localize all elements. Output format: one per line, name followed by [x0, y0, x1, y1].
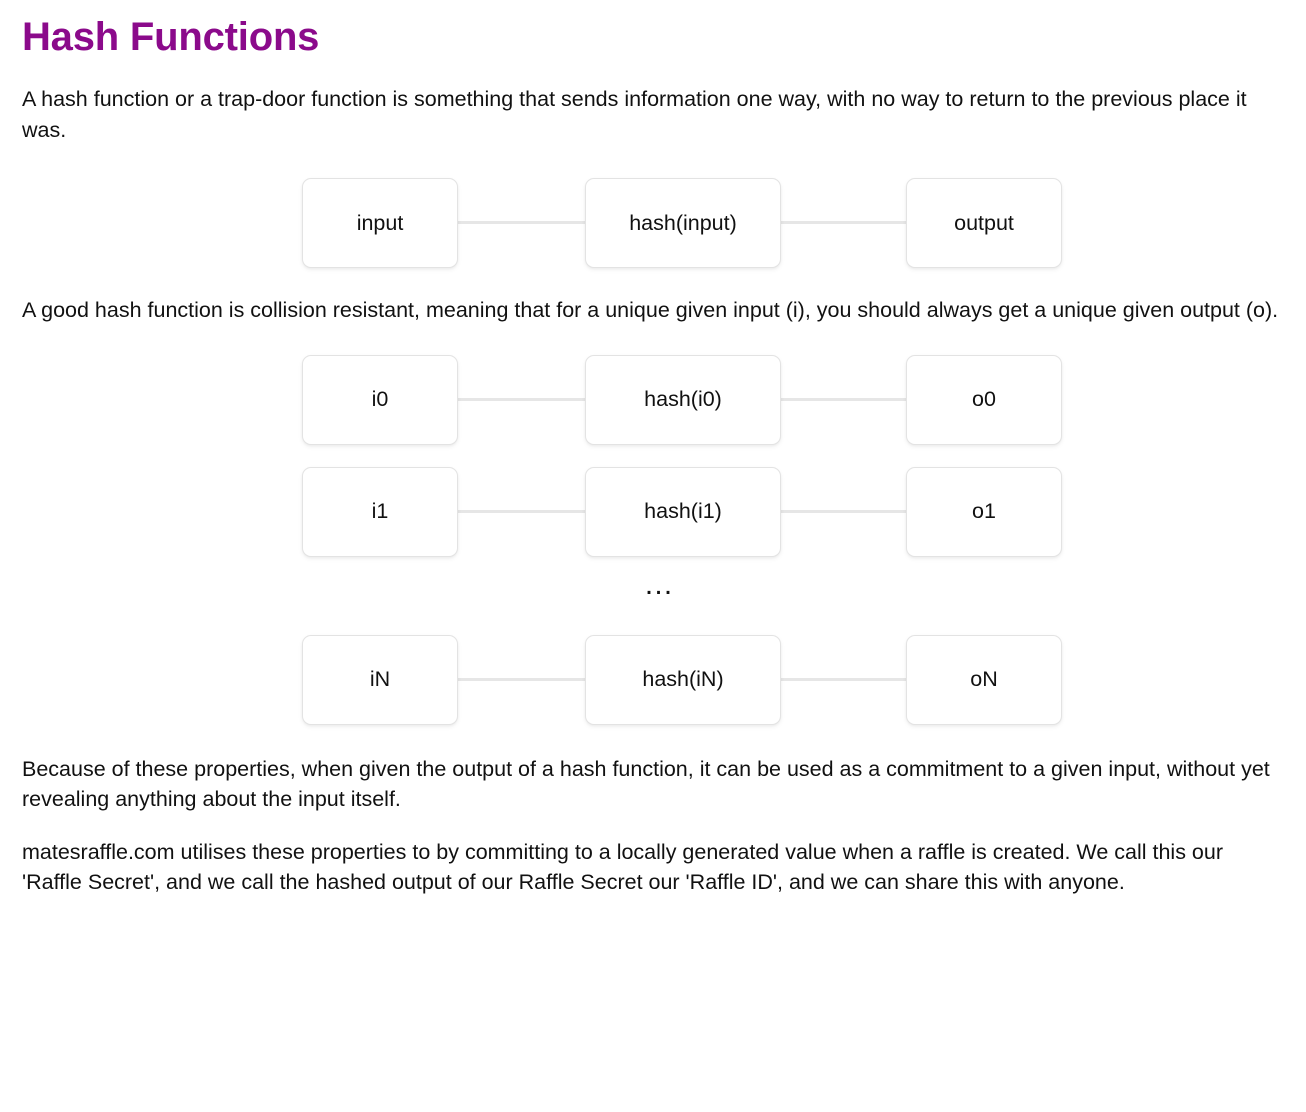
connector-hash-output [781, 677, 906, 681]
connector-input-hash [458, 397, 585, 401]
node-input: iN [302, 634, 458, 725]
node-input: i1 [302, 466, 458, 557]
page-title: Hash Functions [22, 15, 320, 59]
connector-input-hash [458, 221, 585, 225]
node-hash: hash(iN) [585, 634, 781, 725]
node-hash: hash(input) [585, 178, 781, 269]
connector-input-hash [458, 509, 585, 513]
connector-input-hash [458, 677, 585, 681]
diagram-row: iN hash(iN) oN [22, 624, 1284, 736]
page-container: Hash Functions A hash function or a trap… [0, 0, 1306, 898]
node-output: o1 [906, 466, 1062, 557]
diagram-row: i0 hash(i0) o0 [22, 344, 1284, 456]
connector-hash-output [781, 397, 906, 401]
connector-hash-output [781, 221, 906, 225]
connector-hash-output [781, 509, 906, 513]
diagram-row: input hash(input) output [22, 167, 1284, 279]
hash-flow-diagram-simple: input hash(input) output [22, 167, 1284, 279]
node-input: input [302, 178, 458, 269]
paragraph-commitment: Because of these properties, when given … [22, 756, 1270, 812]
paragraph-collision-resistance: A good hash function is collision resist… [22, 298, 1279, 323]
node-output: output [906, 178, 1062, 269]
node-input: i0 [302, 354, 458, 445]
paragraph-intro: A hash function or a trap-door function … [22, 87, 1247, 142]
diagram-row: i1 hash(i1) o1 [22, 456, 1284, 568]
node-output: oN [906, 634, 1062, 725]
ellipsis-separator: … [22, 568, 1284, 602]
node-hash: hash(i0) [585, 354, 781, 445]
ellipsis-glyph: … [643, 567, 676, 601]
node-hash: hash(i1) [585, 466, 781, 557]
node-output: o0 [906, 354, 1062, 445]
paragraph-matesraffle: matesraffle.com utilises these propertie… [22, 839, 1224, 895]
diagram-ellipsis-row: … [22, 568, 1284, 624]
hash-flow-diagram-collision: i0 hash(i0) o0 i1 hash(i1) o1 … iN hash(… [22, 344, 1284, 736]
